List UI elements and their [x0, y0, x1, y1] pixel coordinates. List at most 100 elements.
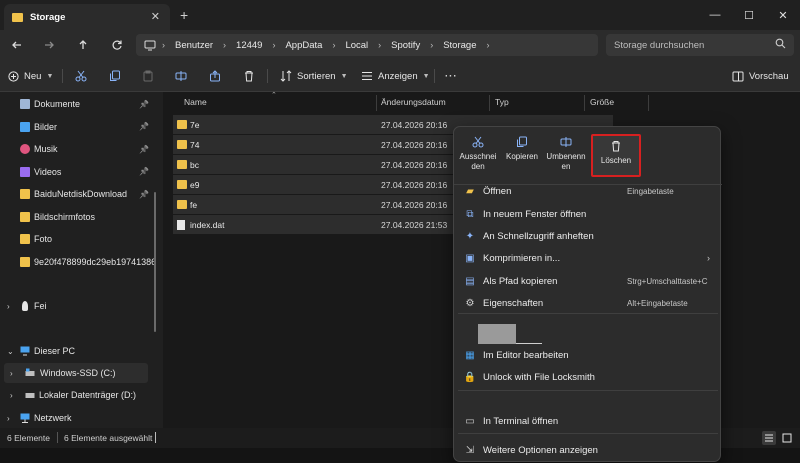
- view-button[interactable]: Anzeigen ▼: [361, 68, 430, 84]
- chevron-right-icon[interactable]: ›: [332, 40, 335, 50]
- file-name: bc: [190, 159, 199, 170]
- menu-item-label: Eigenschaften: [483, 297, 544, 309]
- menu-item[interactable]: 🔒 Unlock with File Locksmith: [458, 367, 716, 387]
- folder-icon: [177, 120, 187, 129]
- sidebar-item-this-pc[interactable]: ⌄ Dieser PC: [0, 341, 160, 361]
- rename-button[interactable]: [175, 68, 187, 84]
- refresh-icon: [112, 40, 122, 50]
- redacted-item: [478, 324, 516, 344]
- paste-button[interactable]: [142, 68, 154, 84]
- up-button[interactable]: [72, 36, 94, 54]
- sidebar-item[interactable]: Bildschirmfotos: [0, 207, 160, 227]
- chevron-right-icon[interactable]: ›: [430, 40, 433, 50]
- menu-item-shortcut: Alt+Eingabetaste: [627, 298, 688, 308]
- chevron-right-icon[interactable]: ›: [272, 40, 275, 50]
- sidebar-item-network[interactable]: › Netzwerk: [0, 408, 160, 428]
- documents-icon: [20, 99, 30, 109]
- drive-icon: [25, 393, 35, 398]
- address-bar[interactable]: › Benutzer › 12449 › AppData › Local › Spotify › St…: [136, 34, 598, 56]
- tab-storage[interactable]: Storage ✕: [4, 4, 170, 30]
- arrow-right-icon: [45, 41, 54, 49]
- sidebar-item[interactable]: Videos 📌: [0, 162, 160, 182]
- menu-item-label: In Terminal öffnen: [483, 415, 559, 427]
- sidebar-item-label: Dieser PC: [34, 346, 76, 356]
- file-name: 74: [190, 139, 200, 150]
- sidebar-item[interactable]: BaiduNetdiskDownload 📌: [0, 184, 160, 204]
- new-button[interactable]: Neu ▼: [8, 68, 53, 84]
- breadcrumb-item[interactable]: 12449: [236, 40, 262, 51]
- sidebar-item[interactable]: Bilder 📌: [0, 117, 160, 137]
- menu-item[interactable]: ⚙ Eigenschaften Alt+Eingabetaste: [458, 293, 716, 313]
- file-date: 27.04.2026 21:53: [381, 219, 448, 230]
- sidebar-item[interactable]: 9e20f478899dc29eb19741386: [0, 252, 160, 272]
- column-header-name[interactable]: Name: [184, 97, 207, 107]
- sidebar-item[interactable]: Dokumente 📌: [0, 94, 160, 114]
- chevron-right-icon[interactable]: ›: [7, 414, 10, 423]
- menu-item[interactable]: ▰ Öffnen Eingabetaste: [458, 181, 716, 201]
- breadcrumb-item[interactable]: Local: [345, 40, 368, 51]
- menu-item-label: Öffnen: [483, 185, 512, 197]
- chevron-right-icon[interactable]: ›: [162, 40, 165, 50]
- breadcrumb-item[interactable]: Benutzer: [175, 40, 213, 51]
- sort-button[interactable]: Sortieren ▼: [280, 68, 348, 84]
- chevron-down-icon[interactable]: ⌄: [7, 347, 14, 356]
- close-window-button[interactable]: ✕: [760, 0, 800, 30]
- delete-quick-action[interactable]: Löschen: [591, 134, 641, 177]
- new-tab-button[interactable]: +: [180, 7, 188, 23]
- column-header-date[interactable]: Änderungsdatum: [381, 97, 446, 107]
- copy-quick-action[interactable]: Kopieren: [500, 132, 544, 180]
- menu-item[interactable]: ▦ Im Editor bearbeiten: [458, 345, 716, 365]
- breadcrumb-item[interactable]: Storage: [443, 40, 476, 51]
- menu-item[interactable]: ⇲ Weitere Optionen anzeigen: [458, 440, 716, 460]
- preview-button[interactable]: Vorschau: [732, 68, 789, 84]
- sidebar-item-drive-d[interactable]: › Lokaler Datenträger (D:): [0, 385, 160, 405]
- chevron-right-icon[interactable]: ›: [486, 40, 489, 50]
- folder-icon: [177, 180, 187, 189]
- menu-item[interactable]: ▣ Komprimieren in... ›: [458, 248, 716, 268]
- menu-item[interactable]: ⧉ In neuem Fenster öffnen: [458, 204, 716, 224]
- more-button[interactable]: ···: [445, 68, 458, 84]
- chevron-right-icon[interactable]: ›: [10, 369, 13, 378]
- trash-icon: [612, 141, 620, 152]
- forward-button[interactable]: [38, 36, 60, 54]
- column-header-type[interactable]: Typ: [495, 97, 509, 107]
- refresh-button[interactable]: [106, 36, 128, 54]
- cut-button[interactable]: [75, 68, 87, 84]
- delete-button[interactable]: [243, 68, 255, 84]
- details-view-button[interactable]: [762, 431, 776, 445]
- lock-icon: 🔒: [463, 371, 477, 383]
- chevron-right-icon[interactable]: ›: [378, 40, 381, 50]
- breadcrumb-item[interactable]: Spotify: [391, 40, 420, 51]
- sidebar-item[interactable]: Musik 📌: [0, 139, 160, 159]
- chevron-right-icon[interactable]: ›: [223, 40, 226, 50]
- tiles-view-button[interactable]: [780, 431, 794, 445]
- copy-icon: [110, 70, 120, 81]
- menu-item[interactable]: ▤ Als Pfad kopieren Strg+Umschalttaste+C: [458, 271, 716, 291]
- search-input[interactable]: Storage durchsuchen: [606, 34, 794, 56]
- rename-quick-action[interactable]: Umbenenn en: [544, 132, 588, 180]
- sidebar-item[interactable]: Foto: [0, 229, 160, 249]
- new-window-icon: ⧉: [466, 208, 474, 220]
- folder-icon: [20, 256, 30, 267]
- more-icon: ···: [445, 70, 458, 82]
- cut-quick-action[interactable]: Ausschnei den: [456, 132, 500, 180]
- delete-label: Löschen: [600, 156, 632, 165]
- chevron-right-icon[interactable]: ›: [7, 302, 10, 311]
- column-header-size[interactable]: Größe: [590, 97, 614, 107]
- file-name: e9: [190, 179, 200, 190]
- view-list-icon: [362, 72, 372, 80]
- plus-circle-icon: [8, 70, 19, 82]
- copy-button[interactable]: [109, 68, 121, 84]
- sidebar-scrollbar[interactable]: [154, 192, 156, 332]
- chevron-right-icon[interactable]: ›: [10, 391, 13, 400]
- sidebar-item-drive-c[interactable]: › Windows-SSD (C:): [4, 363, 148, 383]
- close-tab-icon[interactable]: ✕: [151, 10, 160, 23]
- sidebar-item-fei[interactable]: › Fei: [0, 296, 160, 316]
- breadcrumb-item[interactable]: AppData: [285, 40, 322, 51]
- menu-item[interactable]: ▭ In Terminal öffnen: [458, 411, 716, 431]
- folder-icon: [177, 140, 187, 149]
- menu-item[interactable]: ✦ An Schnellzugriff anheften: [458, 226, 716, 246]
- share-button[interactable]: [209, 68, 221, 84]
- computer-icon: [144, 40, 156, 50]
- back-button[interactable]: [6, 36, 28, 54]
